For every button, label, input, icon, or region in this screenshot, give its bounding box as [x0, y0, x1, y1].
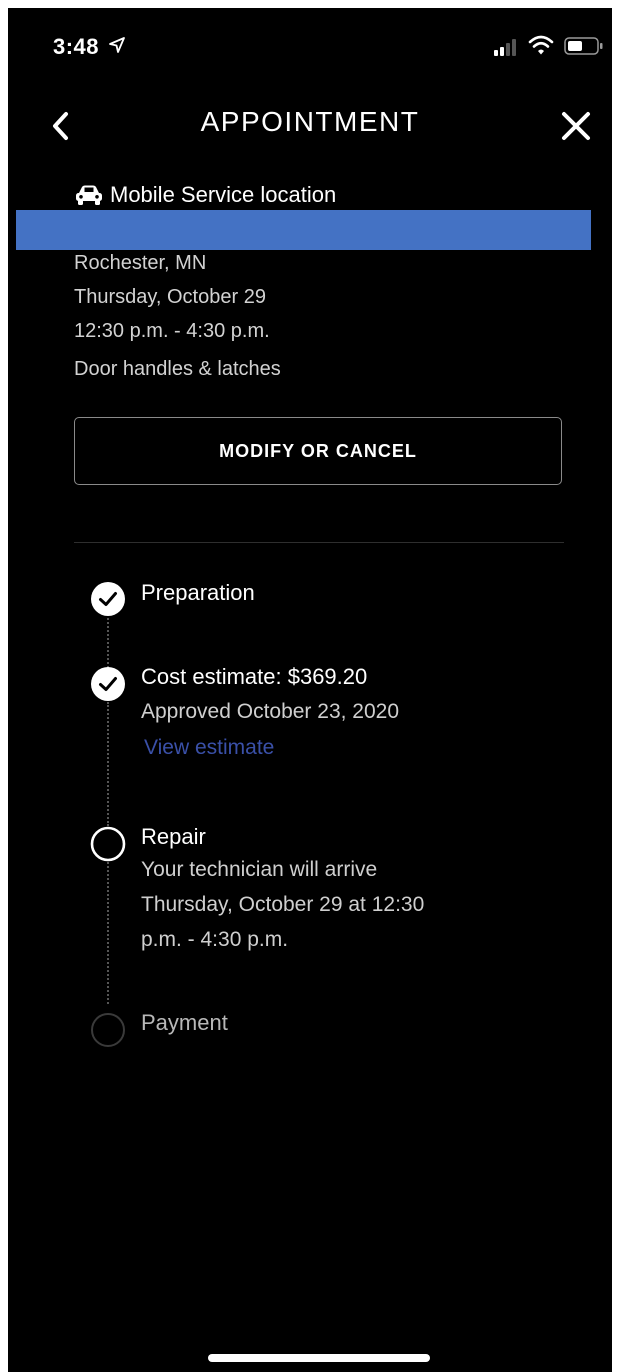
app-screen: 3:48 APPOINTMENT Mobile Service location…	[8, 8, 612, 1372]
service-location-label: Mobile Service location	[110, 182, 337, 207]
step-repair-title: Repair	[141, 824, 206, 849]
close-icon[interactable]	[558, 108, 594, 144]
step-pending-circle-icon	[91, 1013, 125, 1047]
estimate-approved-date: Approved October 23, 2020	[141, 700, 400, 723]
page-title: APPOINTMENT	[200, 106, 420, 137]
step-payment-title: Payment	[141, 1010, 228, 1035]
step-preparation-title: Preparation	[141, 580, 255, 605]
status-bar: 3:48	[8, 8, 612, 88]
battery-icon	[564, 37, 603, 55]
repair-detail-line: Thursday, October 29 at 12:30	[141, 893, 425, 916]
timeline-connector	[107, 850, 109, 1004]
wifi-icon	[528, 35, 554, 55]
status-time: 3:48	[53, 34, 100, 59]
appointment-date: Thursday, October 29	[74, 286, 266, 308]
step-current-circle-icon	[90, 826, 126, 862]
appointment-time: 12:30 p.m. - 4:30 p.m.	[74, 320, 270, 342]
location-arrow-icon	[109, 37, 125, 53]
step-cost-estimate-title: Cost estimate: $369.20	[141, 664, 368, 689]
car-icon	[76, 185, 102, 205]
step-complete-check-icon	[91, 667, 125, 701]
step-complete-check-icon	[91, 582, 125, 616]
repair-detail-line: Your technician will arrive	[141, 858, 378, 881]
cellular-signal-icon	[494, 39, 516, 56]
repair-detail-line: p.m. - 4:30 p.m.	[141, 928, 289, 951]
timeline-connector	[107, 702, 109, 826]
home-indicator[interactable]	[208, 1354, 430, 1362]
service-location-row: Mobile Service location	[74, 178, 336, 212]
modify-or-cancel-button[interactable]: MODIFY OR CANCEL	[74, 417, 562, 485]
divider	[74, 542, 564, 543]
appointment-service: Door handles & latches	[74, 358, 281, 380]
redacted-address	[16, 210, 591, 250]
view-estimate-link[interactable]: View estimate	[144, 736, 274, 760]
appointment-city: Rochester, MN	[74, 252, 207, 274]
